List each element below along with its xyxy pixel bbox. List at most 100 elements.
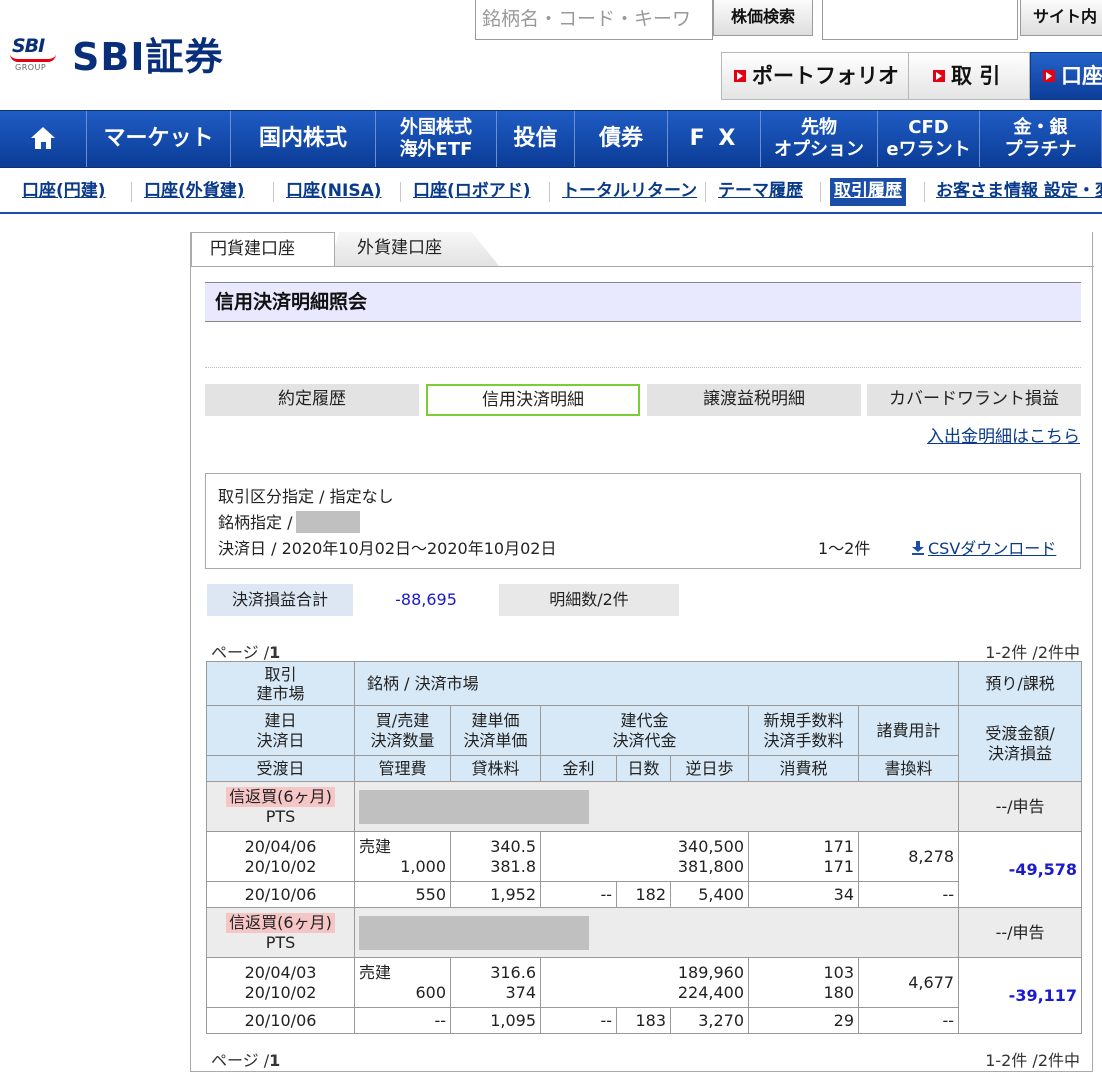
table-row: 信返買(6ヶ月) PTS --/申告 [206,781,1083,832]
header-prices: 建単価 決済単価 [450,705,541,756]
portfolio-label: ポートフォリオ [752,64,899,88]
header-interest: 金利 [540,755,617,782]
subnav-theme-history[interactable]: テーマ履歴 [718,178,803,206]
site-search-input[interactable] [822,0,1018,40]
tab-foreign-account[interactable]: 外貨建口座 [329,232,499,266]
site-search-button[interactable]: サイト内 [1020,0,1102,36]
nav-foreign-line2: 海外ETF [399,139,473,160]
nav-fund[interactable]: 投信 [497,111,575,167]
redacted-stock-name [296,511,361,533]
nav-market[interactable]: マーケット [87,111,231,167]
header-mgmt: 管理費 [354,755,451,782]
stock-cell [353,781,960,832]
dotted-divider [205,367,1081,368]
tax-cell: 29 [748,1007,859,1034]
summary-label: 決済損益合計 [207,584,353,616]
subnav-customer-info[interactable]: お客さま情報 設定・変 [936,178,1102,206]
stock-search-input[interactable]: 銘柄名・コード・キーワ [475,0,713,40]
subtab-contract-history[interactable]: 約定履歴 [205,384,419,416]
lending-cell: 1,095 [450,1007,541,1034]
filter-stock: 銘柄指定 / [218,513,293,532]
nav-bond[interactable]: 債券 [575,111,668,167]
account-button[interactable]: 口座 [1030,52,1102,100]
subnav-account-yen[interactable]: 口座(円建) [22,178,106,206]
table-row: 20/04/06 20/10/02 売建 1,000 340.5 381.8 340,… [206,831,1083,908]
subtab-margin-settlement[interactable]: 信用決済明細 [426,384,640,416]
interest-cell: -- [540,881,617,908]
range-indicator: 1-2件 /2件中 [985,643,1080,662]
header-fees: 新規手数料 決済手数料 [748,705,859,756]
trade-label: 取 引 [951,64,1001,88]
logo-swoosh-icon [10,54,56,62]
nav-domestic-stocks[interactable]: 国内株式 [231,111,376,167]
header-days: 日数 [616,755,671,782]
tab-yen-account[interactable]: 円貨建口座 [191,232,335,266]
prices-cell: 316.6 374 [450,957,541,1008]
nav-cfd[interactable]: CFD eワラント [878,111,980,167]
fees-cell: 171 171 [748,831,859,882]
interest-cell: -- [540,1007,617,1034]
page-title: 信用決済明細照会 [205,282,1081,322]
reverse-cell: 3,270 [670,1007,749,1034]
content-panel: 外貨建口座 円貨建口座 信用決済明細照会 約定履歴 信用決済明細 譲渡益税明細 … [190,232,1094,1072]
subtab-tax-details[interactable]: 譲渡益税明細 [647,384,861,416]
nav-futures-line1: 先物 [801,117,837,138]
deposit-cell: --/申告 [958,781,1083,832]
subtab-covered-warrant[interactable]: カバードワラント損益 [867,384,1081,416]
rewrite-cell: -- [857,1007,960,1034]
header-reverse: 逆日歩 [670,755,749,782]
header-amounts: 建代金 決済代金 [540,705,749,756]
market-label: PTS [265,932,296,952]
subnav-separator [820,182,821,202]
trade-type-badge: 信返買(6ヶ月) [226,786,335,807]
nav-foreign-stocks[interactable]: 外国株式 海外ETF [376,111,497,167]
trade-button[interactable]: 取 引 [908,52,1030,100]
stock-search-button[interactable]: 株価検索 [713,0,813,36]
summary-count: 明細数/2件 [499,584,679,616]
filter-stock-line: 銘柄指定 / [218,510,1068,536]
subnav-account-nisa[interactable]: 口座(NISA) [286,178,382,206]
pl-cell: -39,117 [958,957,1083,1034]
table-row: 20/10/06 -- 1,095 -- 183 3,270 29 -- [206,1007,1082,1034]
mgmt-cell: 550 [354,881,451,908]
home-icon [30,127,56,151]
portfolio-button[interactable]: ポートフォリオ [721,52,909,100]
csv-download-label: CSVダウンロード [928,539,1057,558]
subnav-account-robo[interactable]: 口座(ロボアド) [413,178,531,206]
table-header-row: 取引 建市場 銘柄 / 決済市場 預り/課税 [206,661,1083,706]
csv-download-link[interactable]: CSVダウンロード [912,536,1056,562]
nav-gold-line1: 金・銀 [1013,117,1068,138]
subnav-trade-history[interactable]: 取引履歴 [830,178,906,206]
subnav-separator [131,182,132,202]
header-expenses: 諸費用計 [857,705,960,756]
header: SBI GROUP SBI証券 銘柄名・コード・キーワ 株価検索 サイト内 ポー… [0,0,1102,106]
side-qty-cell: 売建 1,000 [354,831,451,882]
subnav-account-foreign[interactable]: 口座(外貨建) [144,178,245,206]
tab-foreign-label: 外貨建口座 [329,232,499,266]
amounts-cell: 189,960 224,400 [540,957,749,1008]
nav-home[interactable] [0,111,87,167]
header-rewrite: 書換料 [857,755,960,782]
nav-cfd-line1: CFD [908,117,949,138]
result-count: 1～2件 [818,539,871,558]
download-icon [912,541,924,555]
header-tax: 消費税 [748,755,859,782]
market-label: PTS [265,806,296,826]
nav-futures-options[interactable]: 先物 オプション [761,111,878,167]
prices-cell: 340.5 381.8 [450,831,541,882]
deposit-details-link[interactable]: 入出金明細はこちら [927,422,1080,447]
header-dates: 建日 決済日 [206,705,355,756]
expenses-cell: 8,278 [857,831,960,882]
table-row: 20/04/03 20/10/02 売建 600 316.6 374 189,960 2… [206,957,1083,1034]
header-lending: 貸株料 [450,755,541,782]
sbi-logo[interactable]: SBI GROUP SBI証券 [10,28,223,79]
dates-cell: 20/04/03 20/10/02 [206,957,355,1008]
stock-cell [353,907,960,958]
subnav-total-return[interactable]: トータルリターン [562,178,697,206]
trade-type-cell: 信返買(6ヶ月) PTS [206,907,355,958]
dates-cell: 20/04/06 20/10/02 [206,831,355,882]
amounts-cell: 340,500 381,800 [540,831,749,882]
fees-cell: 103 180 [748,957,859,1008]
nav-fx[interactable]: F X [668,111,761,167]
nav-gold-silver[interactable]: 金・銀 プラチナ [980,111,1102,167]
